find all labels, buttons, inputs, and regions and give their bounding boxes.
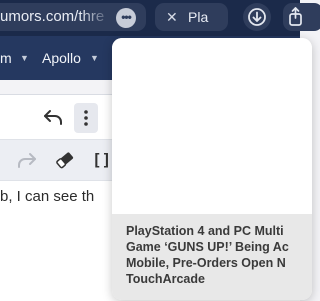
preview-title[interactable]: PlayStation 4 and PC Multi Game ‘GUNS UP… — [126, 223, 312, 287]
tab-title[interactable]: Pla — [188, 8, 208, 26]
editor-more-button[interactable] — [74, 103, 98, 133]
undo-icon[interactable] — [42, 107, 64, 127]
address-bar-fade — [80, 3, 112, 31]
nav-item-forum[interactable]: m — [0, 49, 12, 67]
share-button[interactable] — [283, 3, 320, 31]
preview-title-line: TouchArcade — [126, 272, 205, 286]
preview-title-line: Game ‘GUNS UP!’ Being Ac — [126, 240, 289, 254]
preview-caption[interactable]: PlayStation 4 and PC Multi Game ‘GUNS UP… — [112, 214, 312, 300]
chevron-down-icon[interactable]: ▼ — [20, 53, 29, 63]
share-icon — [289, 7, 302, 26]
preview-image — [112, 38, 312, 214]
address-bar[interactable]: umors.com/thre ••• — [0, 3, 146, 31]
browser-tab[interactable]: ✕ Pla — [155, 3, 228, 31]
redo-icon[interactable] — [16, 150, 38, 170]
ellipsis-icon[interactable]: ••• — [116, 8, 136, 28]
eraser-icon[interactable] — [54, 149, 76, 171]
link-preview-popover[interactable]: PlayStation 4 and PC Multi Game ‘GUNS UP… — [112, 38, 312, 300]
browser-toolbar: umors.com/thre ••• ✕ Pla — [0, 0, 320, 36]
nav-item-apollo[interactable]: Apollo — [42, 49, 81, 67]
chevron-down-icon[interactable]: ▼ — [90, 53, 99, 63]
download-icon — [248, 8, 266, 26]
download-button[interactable] — [243, 3, 271, 31]
preview-title-line: Mobile, Pre-Orders Open N — [126, 256, 286, 270]
vertical-ellipsis-icon — [84, 110, 88, 126]
preview-title-line: PlayStation 4 and PC Multi — [126, 224, 284, 238]
editor-content[interactable]: b, I can see th — [0, 187, 94, 207]
close-icon[interactable]: ✕ — [166, 8, 178, 26]
brackets-icon[interactable]: [] — [92, 150, 111, 169]
